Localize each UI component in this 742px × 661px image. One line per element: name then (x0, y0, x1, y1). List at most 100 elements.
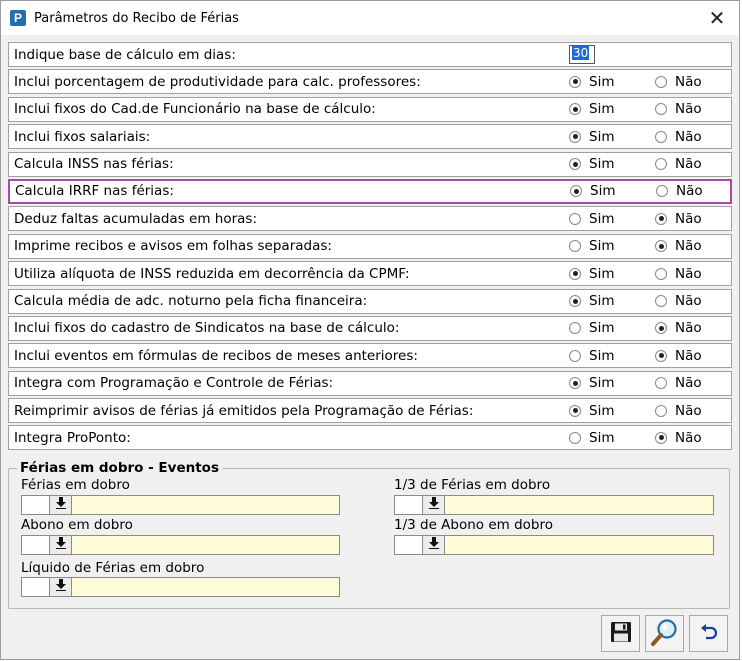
radio-button-icon[interactable] (569, 75, 581, 88)
radio-nao[interactable]: Não (655, 317, 702, 340)
um-terco-abono-em-dobro-description[interactable] (445, 535, 714, 555)
radio-nao[interactable]: Não (655, 426, 702, 449)
radio-sim[interactable]: Sim (569, 98, 614, 121)
radio-nao[interactable]: Não (655, 153, 702, 176)
radio-button-icon[interactable] (569, 377, 581, 390)
radio-button-icon[interactable] (655, 130, 667, 143)
radio-sim[interactable]: Sim (569, 235, 614, 258)
radio-nao[interactable]: Não (655, 125, 702, 148)
radio-sim[interactable]: Sim (570, 181, 615, 202)
search-button[interactable] (645, 615, 684, 652)
radio-sim[interactable]: Sim (569, 317, 614, 340)
radio-button-icon[interactable] (655, 322, 667, 335)
save-button[interactable] (601, 615, 640, 652)
um-terco-ferias-em-dobro-code-input[interactable] (394, 495, 423, 515)
um-terco-ferias-em-dobro-lookup-button[interactable] (423, 495, 445, 515)
radio-button-icon[interactable] (655, 75, 667, 88)
abono-em-dobro-description[interactable] (72, 535, 340, 555)
option-label: Calcula INSS nas férias: (14, 156, 174, 173)
radio-nao[interactable]: Não (655, 235, 702, 258)
liquido-ferias-em-dobro-code-input[interactable] (21, 577, 50, 597)
radio-button-icon[interactable] (655, 240, 667, 253)
radio-nao-label: Não (675, 73, 702, 90)
radio-button-icon[interactable] (655, 103, 667, 116)
radio-button-icon[interactable] (655, 295, 667, 308)
radio-nao[interactable]: Não (655, 207, 702, 230)
radio-sim[interactable]: Sim (569, 372, 614, 395)
ferias-em-dobro-lookup-button[interactable] (50, 495, 72, 515)
radio-sim[interactable]: Sim (569, 290, 614, 313)
radio-button-icon[interactable] (570, 185, 582, 198)
option-label: Inclui fixos do Cad.de Funcionário na ba… (14, 101, 376, 118)
radio-nao-label: Não (676, 183, 703, 200)
radio-sim[interactable]: Sim (569, 262, 614, 285)
radio-button-icon[interactable] (569, 404, 581, 417)
liquido-ferias-em-dobro-lookup-button[interactable] (50, 577, 72, 597)
radio-button-icon[interactable] (655, 212, 667, 225)
radio-button-icon[interactable] (655, 158, 667, 171)
radio-button-icon[interactable] (655, 267, 667, 280)
days-base-input[interactable]: 30 (569, 45, 595, 64)
radio-sim[interactable]: Sim (569, 426, 614, 449)
radio-button-icon[interactable] (569, 240, 581, 253)
abono-em-dobro-code-input[interactable] (21, 535, 50, 555)
option-row: Utiliza alíquota de INSS reduzida em dec… (8, 261, 732, 287)
download-arrow-icon (55, 537, 66, 553)
close-icon: ✕ (708, 6, 726, 30)
radio-button-icon[interactable] (655, 431, 667, 444)
option-row: Inclui fixos salariais: Sim Não (8, 124, 732, 150)
radio-sim[interactable]: Sim (569, 207, 614, 230)
radio-nao[interactable]: Não (655, 290, 702, 313)
radio-button-icon[interactable] (655, 404, 667, 417)
um-terco-ferias-em-dobro-field (394, 495, 714, 515)
radio-button-icon[interactable] (569, 130, 581, 143)
radio-nao[interactable]: Não (655, 98, 702, 121)
liquido-ferias-em-dobro-description[interactable] (72, 577, 340, 597)
undo-button[interactable] (689, 615, 728, 652)
radio-button-icon[interactable] (569, 267, 581, 280)
radio-button-icon[interactable] (569, 431, 581, 444)
um-terco-abono-em-dobro-lookup-button[interactable] (423, 535, 445, 555)
radio-sim-label: Sim (589, 402, 615, 419)
radio-nao-label: Não (675, 128, 702, 145)
radio-button-icon[interactable] (569, 295, 581, 308)
abono-em-dobro-lookup-button[interactable] (50, 535, 72, 555)
radio-nao[interactable]: Não (655, 70, 702, 93)
radio-button-icon[interactable] (569, 349, 581, 362)
radio-sim-label: Sim (589, 128, 615, 145)
option-row: Calcula INSS nas férias: Sim Não (8, 151, 732, 177)
radio-sim[interactable]: Sim (569, 399, 614, 422)
radio-nao[interactable]: Não (655, 399, 702, 422)
radio-nao-label: Não (675, 293, 702, 310)
radio-sim-label: Sim (589, 238, 615, 255)
ferias-em-dobro-description[interactable] (72, 495, 340, 515)
radio-button-icon[interactable] (569, 158, 581, 171)
radio-sim[interactable]: Sim (569, 125, 614, 148)
ferias-em-dobro-label: Férias em dobro (21, 477, 130, 493)
radio-nao-label: Não (675, 156, 702, 173)
radio-nao[interactable]: Não (655, 262, 702, 285)
um-terco-abono-em-dobro-code-input[interactable] (394, 535, 423, 555)
radio-sim[interactable]: Sim (569, 344, 614, 367)
um-terco-ferias-em-dobro-description[interactable] (445, 495, 714, 515)
radio-nao[interactable]: Não (655, 344, 702, 367)
radio-sim-label: Sim (590, 183, 616, 200)
close-button[interactable]: ✕ (695, 1, 739, 35)
radio-nao[interactable]: Não (655, 372, 702, 395)
radio-sim-label: Sim (589, 265, 615, 282)
radio-button-icon[interactable] (656, 185, 668, 198)
radio-button-icon[interactable] (569, 103, 581, 116)
radio-nao-label: Não (675, 429, 702, 446)
radio-sim[interactable]: Sim (569, 70, 614, 93)
ferias-em-dobro-code-input[interactable] (21, 495, 50, 515)
radio-sim[interactable]: Sim (569, 153, 614, 176)
radio-sim-label: Sim (589, 347, 615, 364)
dialog-window: P Parâmetros do Recibo de Férias ✕ Indiq… (0, 0, 740, 660)
radio-nao[interactable]: Não (656, 181, 703, 202)
radio-button-icon[interactable] (569, 322, 581, 335)
option-row: Integra ProPonto: Sim Não (8, 425, 732, 451)
radio-sim-label: Sim (589, 320, 615, 337)
radio-button-icon[interactable] (655, 377, 667, 390)
radio-button-icon[interactable] (569, 212, 581, 225)
radio-button-icon[interactable] (655, 349, 667, 362)
